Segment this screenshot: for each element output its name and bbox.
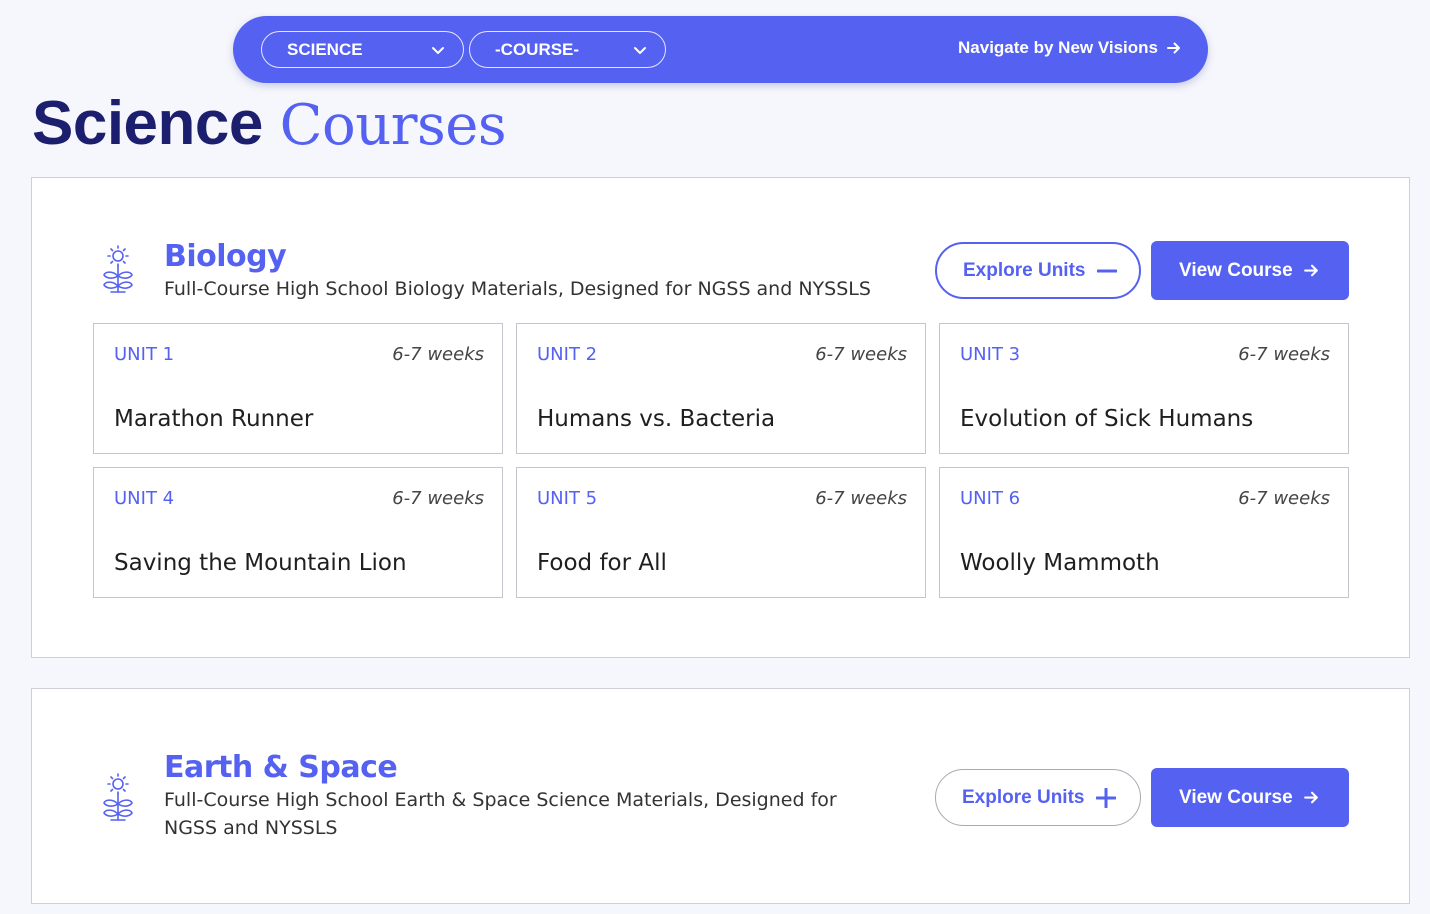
explore-units-button[interactable]: Explore Units: [935, 769, 1141, 826]
view-course-label: View Course: [1179, 786, 1293, 808]
minus-icon: [1097, 269, 1118, 272]
unit-number: UNIT 3: [960, 344, 1021, 365]
unit-duration: 6-7 weeks: [815, 344, 907, 365]
course-card-earth-space: Earth & Space Full-Course High School Ea…: [31, 688, 1410, 904]
unit-grid: UNIT 1 6-7 weeks Marathon Runner UNIT 2 …: [93, 323, 1350, 598]
arrow-right-icon: [1303, 791, 1318, 804]
unit-duration: 6-7 weeks: [1238, 488, 1330, 509]
page-title-subject: Science: [32, 89, 263, 158]
unit-card[interactable]: UNIT 1 6-7 weeks Marathon Runner: [93, 323, 503, 454]
course-description: Full-Course High School Earth & Space Sc…: [164, 789, 837, 839]
explore-units-label: Explore Units: [963, 259, 1086, 281]
view-course-button[interactable]: View Course: [1151, 241, 1349, 300]
unit-card[interactable]: UNIT 6 6-7 weeks Woolly Mammoth: [939, 467, 1349, 598]
plant-sun-icon: [103, 245, 133, 293]
unit-number: UNIT 6: [960, 488, 1021, 509]
unit-number: UNIT 4: [114, 488, 175, 509]
course-card-biology: Biology Full-Course High School Biology …: [31, 177, 1410, 658]
page-title-courses: Courses: [279, 93, 507, 158]
arrow-right-icon: [1303, 264, 1318, 277]
navigate-by-new-visions-link[interactable]: Navigate by New Visions: [958, 38, 1182, 58]
subject-select[interactable]: SCIENCE: [261, 31, 464, 68]
unit-title: Food for All: [537, 550, 667, 576]
course-description: Full-Course High School Biology Material…: [164, 278, 871, 300]
view-course-button[interactable]: View Course: [1151, 768, 1349, 827]
course-select-value: -COURSE-: [495, 39, 580, 59]
unit-title: Woolly Mammoth: [960, 550, 1160, 576]
navigate-link-label: Navigate by New Visions: [958, 38, 1158, 57]
top-navigation-bar: SCIENCE -COURSE- Navigate by New Visions: [233, 16, 1208, 83]
chevron-down-icon: [432, 47, 444, 54]
unit-duration: 6-7 weeks: [815, 488, 907, 509]
unit-number: UNIT 5: [537, 488, 598, 509]
unit-number: UNIT 1: [114, 344, 175, 365]
course-name[interactable]: Biology: [164, 239, 287, 274]
subject-select-value: SCIENCE: [287, 39, 363, 59]
plus-icon: [1096, 787, 1117, 808]
unit-title: Marathon Runner: [114, 406, 314, 432]
unit-card[interactable]: UNIT 2 6-7 weeks Humans vs. Bacteria: [516, 323, 926, 454]
unit-duration: 6-7 weeks: [392, 488, 484, 509]
unit-duration: 6-7 weeks: [392, 344, 484, 365]
explore-units-button[interactable]: Explore Units: [935, 242, 1141, 299]
unit-title: Humans vs. Bacteria: [537, 406, 776, 432]
plant-sun-icon: [103, 773, 133, 821]
unit-duration: 6-7 weeks: [1238, 344, 1330, 365]
chevron-down-icon: [634, 47, 646, 54]
page-title: Science Courses: [32, 88, 507, 162]
arrow-right-icon: [1167, 42, 1180, 54]
course-select[interactable]: -COURSE-: [469, 31, 666, 68]
unit-title: Saving the Mountain Lion: [114, 550, 407, 576]
explore-units-label: Explore Units: [962, 786, 1085, 808]
course-name[interactable]: Earth & Space: [164, 750, 398, 785]
unit-card[interactable]: UNIT 4 6-7 weeks Saving the Mountain Lio…: [93, 467, 503, 598]
view-course-label: View Course: [1179, 259, 1293, 281]
unit-card[interactable]: UNIT 3 6-7 weeks Evolution of Sick Human…: [939, 323, 1349, 454]
unit-card[interactable]: UNIT 5 6-7 weeks Food for All: [516, 467, 926, 598]
unit-title: Evolution of Sick Humans: [960, 406, 1254, 432]
unit-number: UNIT 2: [537, 344, 598, 365]
